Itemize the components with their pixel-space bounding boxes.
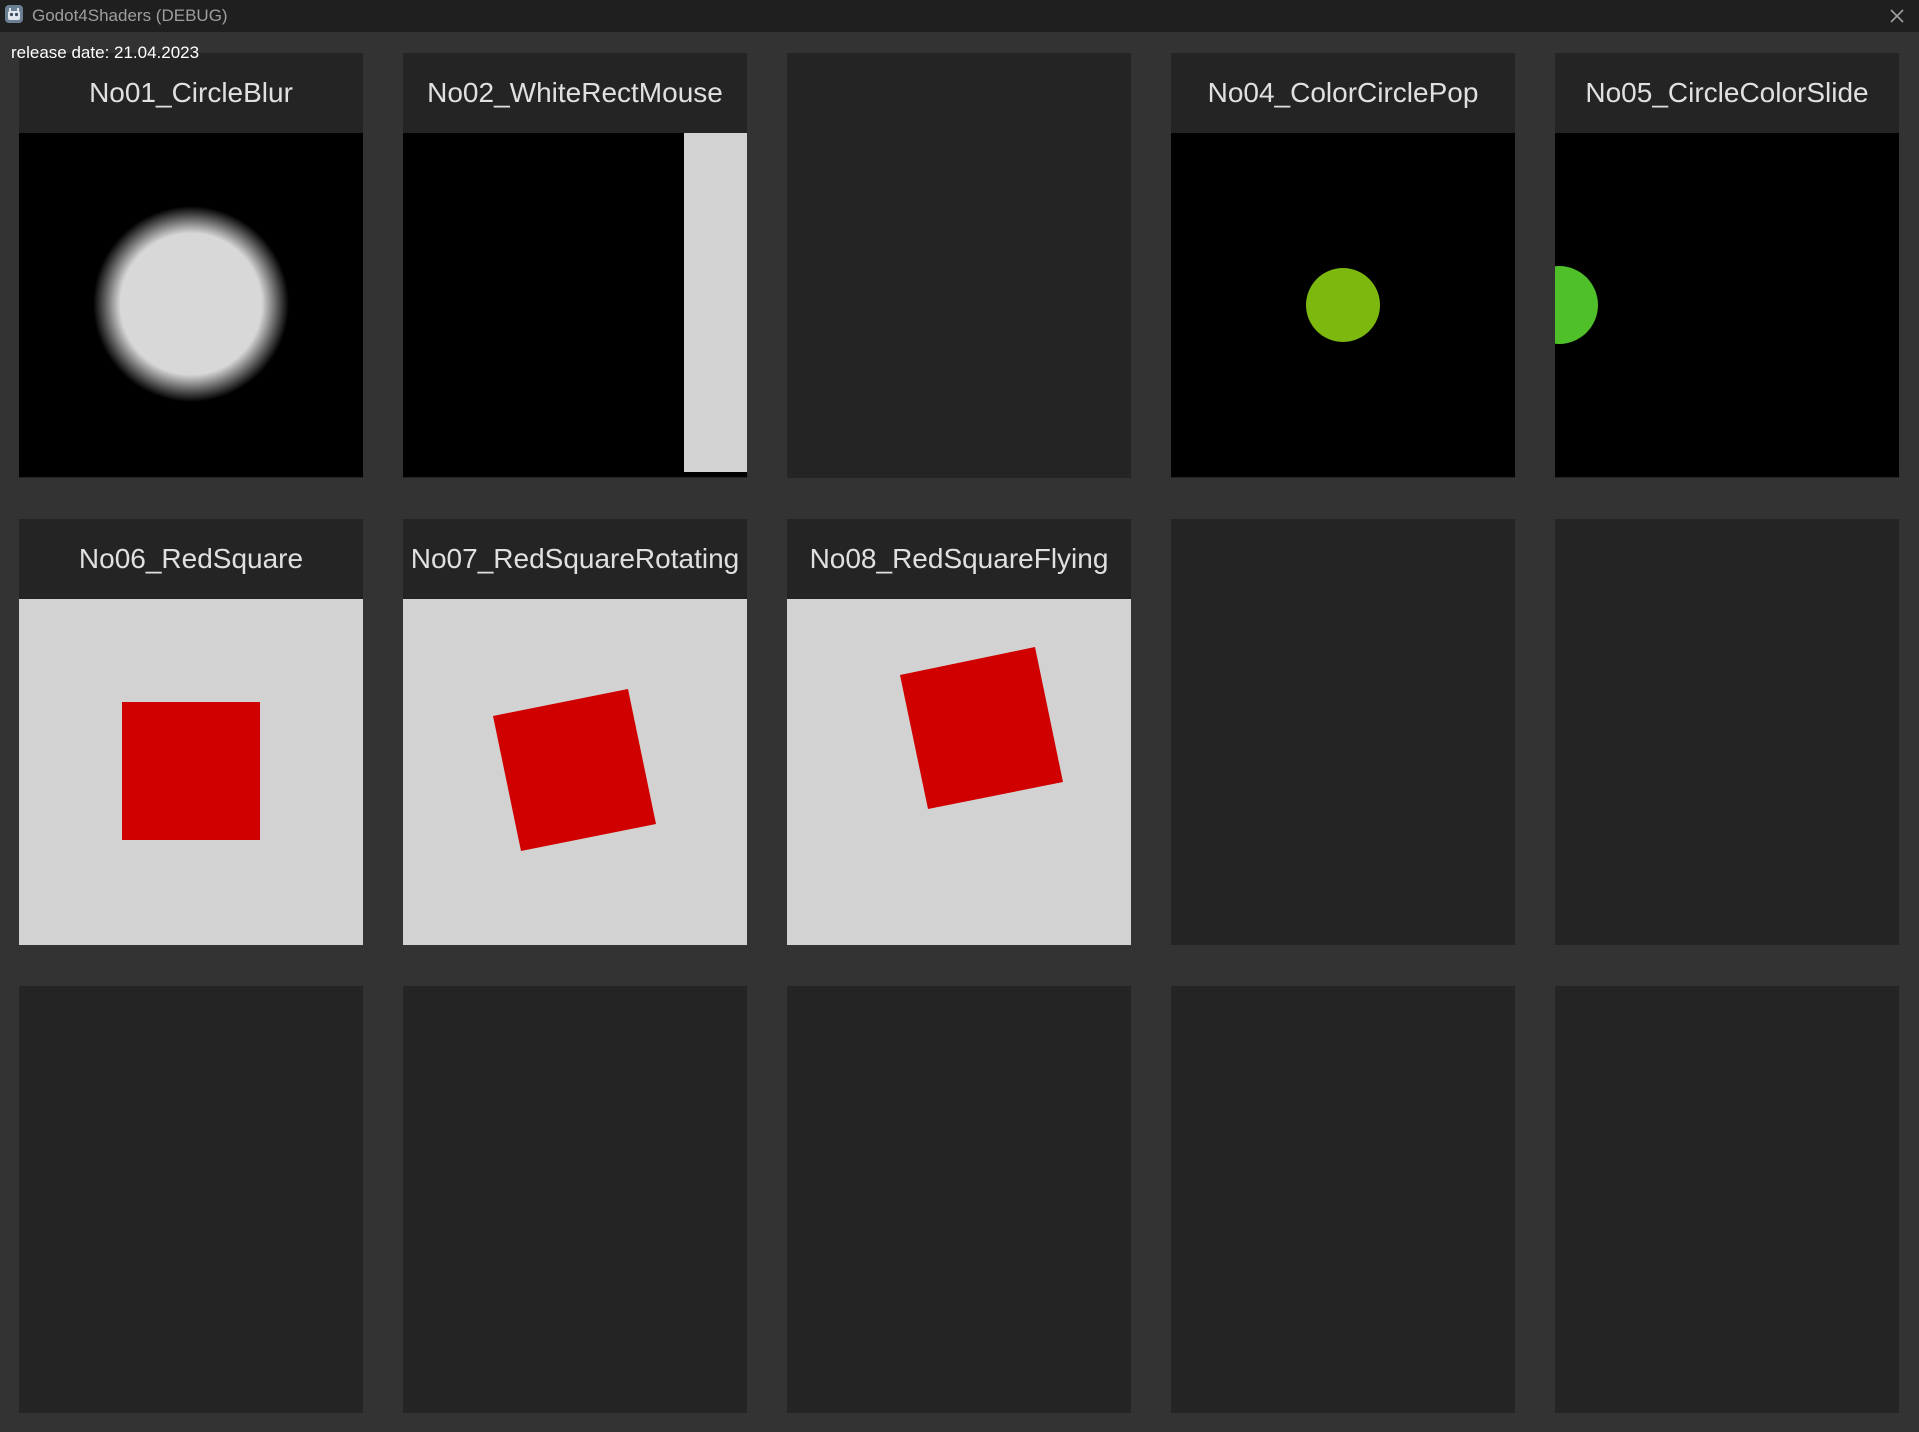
shader-panel-empty [1555, 986, 1899, 1413]
shader-panel-no08[interactable]: No08_RedSquareFlying [787, 519, 1131, 945]
shader-panel-no05[interactable]: No05_CircleColorSlide [1555, 53, 1899, 478]
release-date-label: release date: 21.04.2023 [11, 43, 200, 62]
shader-panel-empty [19, 986, 363, 1413]
panel-title: No07_RedSquareRotating [403, 519, 747, 599]
shader-preview [1171, 133, 1515, 477]
panel-title [1555, 986, 1899, 1066]
shader-panel-empty [1555, 519, 1899, 945]
godot-icon [5, 5, 23, 23]
red-square [122, 702, 260, 840]
shader-canvas [684, 133, 747, 472]
close-icon[interactable] [1885, 4, 1909, 28]
window-title: Godot4Shaders (DEBUG) [32, 6, 228, 25]
blurred-circle [93, 206, 289, 402]
panel-title [787, 986, 1131, 1066]
panel-title [1555, 519, 1899, 599]
panel-title: No05_CircleColorSlide [1555, 53, 1899, 133]
red-square-flying [900, 647, 1063, 809]
panel-title: No01_CircleBlur [19, 53, 363, 133]
shader-canvas [1555, 266, 1598, 344]
shader-canvas [1306, 268, 1380, 342]
shader-canvas [900, 647, 1063, 809]
red-square-rotating [493, 689, 656, 851]
shader-preview [19, 599, 363, 945]
shader-preview [1555, 133, 1899, 477]
shader-panel-empty [787, 53, 1131, 478]
shader-panel-no04[interactable]: No04_ColorCirclePop [1171, 53, 1515, 478]
panel-title: No08_RedSquareFlying [787, 519, 1131, 599]
shader-panel-no02[interactable]: No02_WhiteRectMouse [403, 53, 747, 478]
shader-canvas [122, 702, 260, 840]
shader-canvas [93, 206, 289, 402]
panel-title [787, 53, 1131, 133]
shader-panel-empty [403, 986, 747, 1413]
shader-panel-no06[interactable]: No06_RedSquare [19, 519, 363, 945]
shader-preview [403, 599, 747, 945]
panel-title [1171, 986, 1515, 1066]
shader-panel-empty [1171, 986, 1515, 1413]
window-titlebar: Godot4Shaders (DEBUG) [0, 0, 1919, 32]
shader-panel-empty [787, 986, 1131, 1413]
green-circle [1306, 268, 1380, 342]
panel-title [403, 986, 747, 1066]
shader-panel-no01[interactable]: No01_CircleBlur [19, 53, 363, 478]
panel-title: No02_WhiteRectMouse [403, 53, 747, 133]
shader-preview [787, 599, 1131, 945]
shader-panel-no07[interactable]: No07_RedSquareRotating [403, 519, 747, 945]
shader-panel-empty [1171, 519, 1515, 945]
panel-title [1171, 519, 1515, 599]
shader-canvas [493, 689, 656, 851]
panel-title: No06_RedSquare [19, 519, 363, 599]
shader-preview [19, 133, 363, 477]
panel-title [19, 986, 363, 1066]
panel-title: No04_ColorCirclePop [1171, 53, 1515, 133]
sliding-circle [1555, 266, 1598, 344]
shader-preview [403, 133, 747, 477]
white-rectangle [684, 133, 747, 472]
